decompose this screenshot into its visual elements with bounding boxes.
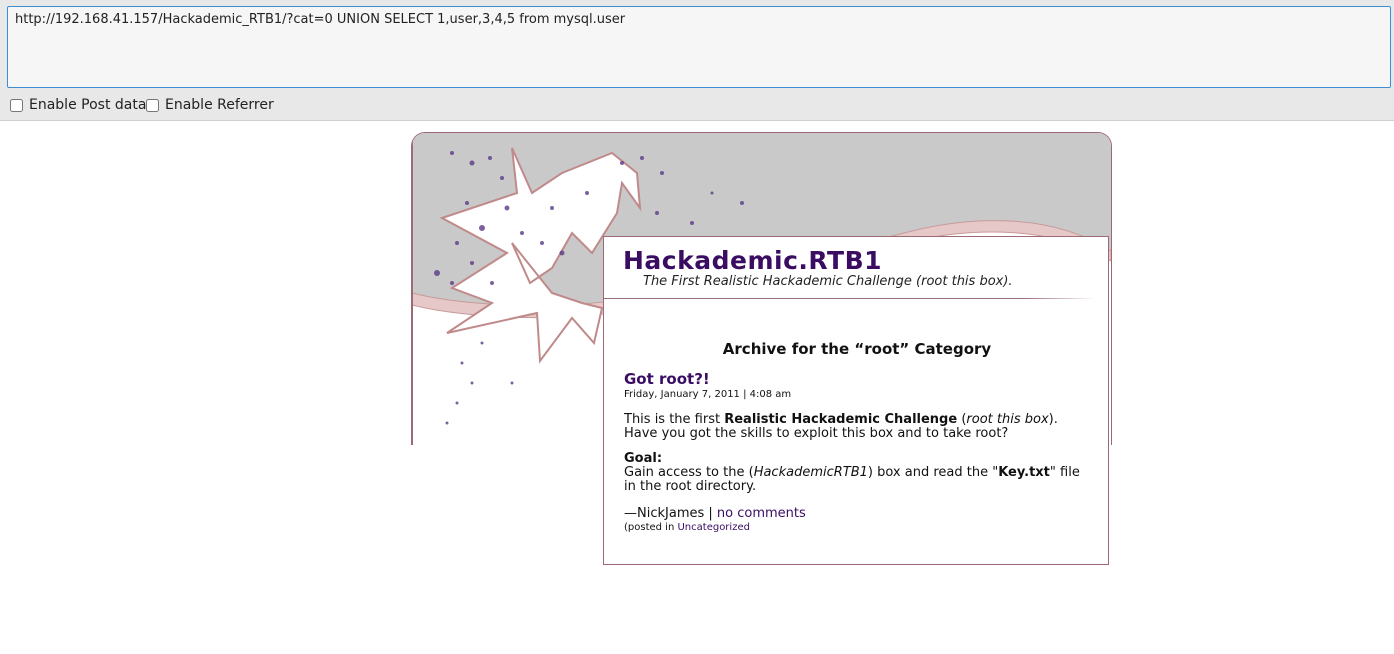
- enable-post-data-checkbox[interactable]: [10, 98, 23, 112]
- enable-post-data-option[interactable]: Enable Post data: [10, 97, 146, 113]
- goal-label: Goal:: [624, 451, 663, 466]
- posted-in-label: (posted in: [624, 522, 678, 533]
- intro-text-end: ).: [1048, 412, 1058, 427]
- post-category-line: (posted in Uncategorized: [624, 522, 750, 533]
- post-byline: —NickJames | no comments: [624, 506, 806, 521]
- post-title-link[interactable]: Got root?!: [624, 370, 710, 388]
- hackbar-toolbar: http://192.168.41.157/Hackademic_RTB1/?c…: [0, 0, 1394, 121]
- goal-text-mid: ) box and read the ": [867, 465, 999, 480]
- frame-left-edge: [412, 133, 413, 445]
- content-panel: Hackademic.RTB1 The First Realistic Hack…: [603, 236, 1109, 565]
- site-tagline: The First Realistic Hackademic Challenge…: [643, 274, 1013, 289]
- intro-second-line: Have you got the skills to exploit this …: [624, 426, 1009, 441]
- goal-bold-text: Key.txt: [998, 465, 1050, 480]
- comments-link[interactable]: no comments: [717, 506, 806, 521]
- header-divider: [604, 298, 1096, 299]
- intro-text: This is the first: [624, 412, 725, 427]
- enable-referrer-checkbox[interactable]: [146, 98, 159, 112]
- post-date: Friday, January 7, 2011 | 4:08 am: [624, 389, 792, 400]
- enable-referrer-label: Enable Referrer: [165, 97, 274, 113]
- blog-page: Hackademic.RTB1 The First Realistic Hack…: [411, 132, 1112, 566]
- goal-text: Gain access to the (: [624, 465, 754, 480]
- intro-italic-text: root this box: [966, 412, 1049, 427]
- archive-heading: Archive for the “root” Category: [722, 340, 992, 358]
- intro-bold-text: Realistic Hackademic Challenge: [724, 412, 958, 427]
- goal-italic-text: HackademicRTB1: [753, 465, 868, 480]
- site-title[interactable]: Hackademic.RTB1: [623, 246, 882, 275]
- enable-post-data-label: Enable Post data: [29, 97, 147, 113]
- post-intro-paragraph: This is the first Realistic Hackademic C…: [624, 413, 1094, 441]
- url-input[interactable]: http://192.168.41.157/Hackademic_RTB1/?c…: [7, 6, 1391, 88]
- category-link[interactable]: Uncategorized: [677, 522, 749, 533]
- post-author: —NickJames |: [624, 506, 717, 521]
- post-goal-paragraph: Goal: Gain access to the (HackademicRTB1…: [624, 452, 1094, 494]
- enable-referrer-option[interactable]: Enable Referrer: [146, 97, 274, 113]
